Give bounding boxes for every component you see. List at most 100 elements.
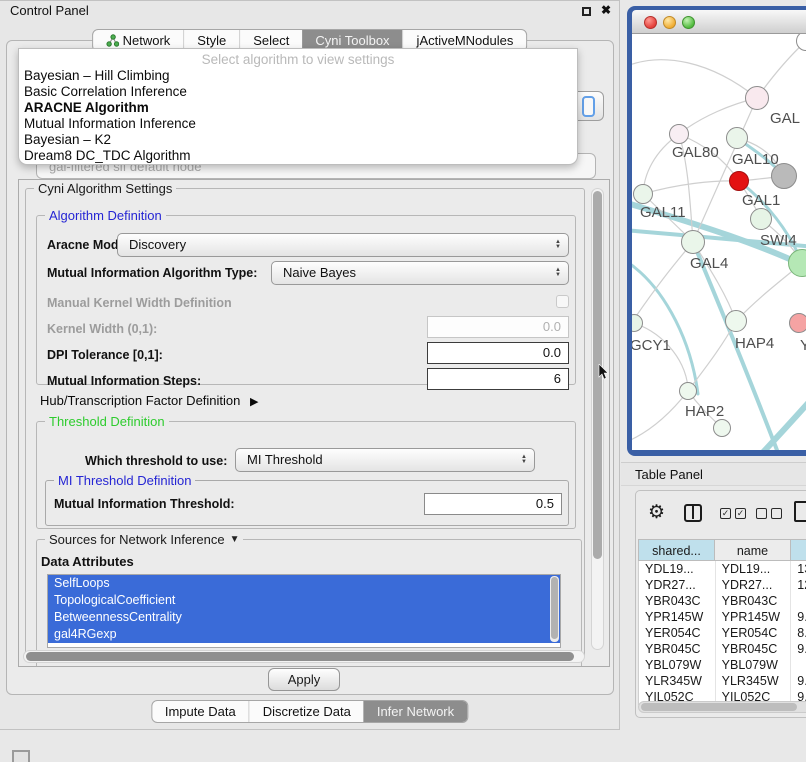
manual-kernel-label: Manual Kernel Width Definition — [47, 296, 232, 310]
network-node-gal4[interactable] — [681, 230, 705, 254]
table-row[interactable]: YDR27...YDR27...12 — [639, 577, 806, 593]
panel-title: Control Panel — [10, 3, 89, 18]
unchecked-checkbox-icon[interactable] — [771, 508, 782, 519]
network-node-gal1[interactable] — [729, 171, 749, 191]
network-node-hap2[interactable] — [679, 382, 697, 400]
tab-infer-network[interactable]: Infer Network — [364, 701, 467, 722]
algorithm-option-basic-correlation-inference[interactable]: Basic Correlation Inference — [19, 84, 577, 100]
scrollbar-thumb[interactable] — [26, 652, 574, 661]
split-columns-icon[interactable] — [684, 504, 702, 522]
mi-steps-field[interactable]: 6 — [427, 368, 569, 390]
network-node[interactable] — [771, 163, 797, 189]
close-traffic-light[interactable] — [644, 16, 657, 29]
node-table: shared...name YDL19...YDL19...13YDR27...… — [638, 539, 806, 705]
minimized-window-icon[interactable] — [12, 750, 30, 762]
algorithm-combo-stepper[interactable] — [578, 91, 604, 121]
table-row[interactable]: YPR145WYPR145W9. — [639, 609, 806, 625]
table-body: YDL19...YDL19...13YDR27...YDR27...12YBR0… — [638, 561, 806, 705]
network-node-gal10[interactable] — [726, 127, 748, 149]
mi-type-combo[interactable]: Naive Bayes ▲▼ — [271, 261, 569, 285]
node-label: GCY1 — [632, 337, 671, 354]
network-node-gal11[interactable] — [633, 184, 653, 204]
tab-label: jActiveMNodules — [417, 33, 514, 48]
zoom-traffic-light[interactable] — [682, 16, 695, 29]
which-threshold-label: Which threshold to use: — [85, 454, 227, 468]
algorithm-dropdown-popup: Select algorithm to view settings Bayesi… — [18, 48, 578, 165]
kernel-width-field: 0.0 — [427, 316, 569, 338]
hub-definition-expander[interactable]: Hub/Transcription Factor Definition ▶ — [40, 393, 258, 408]
list-scrollbar[interactable] — [550, 576, 559, 642]
screen: Control Panel ✖ NetworkStyleSelectCyni T… — [0, 0, 806, 762]
unchecked-checkbox-icon[interactable] — [756, 508, 767, 519]
table-cell: 13 — [791, 561, 806, 577]
table-cell: YPR145W — [639, 609, 716, 625]
column-header-shared[interactable]: shared... — [638, 539, 715, 561]
table-row[interactable]: YBR045CYBR045C9. — [639, 641, 806, 657]
settings-vertical-scrollbar[interactable] — [591, 188, 604, 650]
table-row[interactable]: YBR043CYBR043C — [639, 593, 806, 609]
node-label: GAL1 — [742, 192, 780, 209]
table-toolbar: ⚙ ✓ ✓ — [636, 497, 806, 533]
apply-button[interactable]: Apply — [268, 668, 340, 691]
group-title: Threshold Definition — [45, 414, 169, 429]
scrollbar-thumb[interactable] — [641, 703, 797, 711]
algorithm-option-bayesian-k2[interactable]: Bayesian – K2 — [19, 132, 577, 148]
attribute-item-topologicalcoefficient[interactable]: TopologicalCoefficient — [48, 592, 560, 609]
algorithm-option-aracne-algorithm[interactable]: ARACNE Algorithm — [19, 100, 577, 116]
tab-impute-data[interactable]: Impute Data — [152, 701, 249, 722]
table-cell: YBR043C — [716, 593, 792, 609]
table-row[interactable]: YDL19...YDL19...13 — [639, 561, 806, 577]
network-canvas[interactable]: GALGAL80GAL10GAL1GAL11GAL4SWI4GCY1HAP4YH… — [632, 34, 806, 450]
aracne-mode-combo[interactable]: Discovery ▲▼ — [117, 233, 569, 257]
network-node-gal80[interactable] — [669, 124, 689, 144]
checked-checkbox-icon[interactable]: ✓ — [735, 508, 746, 519]
minimize-traffic-light[interactable] — [663, 16, 676, 29]
attribute-item-betweennesscentrality[interactable]: BetweennessCentrality — [48, 609, 560, 626]
network-node-gal[interactable] — [745, 86, 769, 110]
collapse-down-icon[interactable]: ▼ — [230, 534, 240, 545]
table-cell: YDL19... — [639, 561, 716, 577]
table-panel-titlebar: Table Panel — [621, 462, 806, 486]
node-label: GAL80 — [672, 144, 719, 161]
dpi-tolerance-field[interactable]: 0.0 — [427, 342, 569, 364]
document-icon[interactable] — [794, 501, 806, 522]
table-cell: YDR27... — [716, 577, 792, 593]
network-node[interactable] — [750, 208, 772, 230]
table-row[interactable]: YLR345WYLR345W9. — [639, 673, 806, 689]
table-cell — [791, 657, 806, 673]
table-horizontal-scrollbar[interactable] — [638, 701, 806, 713]
network-window-titlebar[interactable] — [632, 10, 806, 34]
settings-horizontal-scrollbar[interactable] — [23, 650, 585, 663]
network-node-y[interactable] — [789, 313, 806, 333]
close-icon[interactable]: ✖ — [601, 3, 611, 17]
algorithm-option-mutual-information-inference[interactable]: Mutual Information Inference — [19, 116, 577, 132]
checked-checkbox-icon[interactable]: ✓ — [720, 508, 731, 519]
tab-discretize-data[interactable]: Discretize Data — [249, 701, 364, 722]
table-row[interactable]: YBL079WYBL079W — [639, 657, 806, 673]
bottom-tabbar: Impute DataDiscretize DataInfer Network — [151, 700, 468, 723]
manual-kernel-checkbox[interactable] — [556, 295, 569, 308]
data-attributes-list[interactable]: SelfLoopsTopologicalCoefficientBetweenne… — [47, 574, 561, 648]
gear-icon[interactable]: ⚙ — [648, 501, 665, 524]
algorithm-option-dream8-dc-tdc-algorithm[interactable]: Dream8 DC_TDC Algorithm — [19, 148, 577, 164]
column-header-2[interactable] — [791, 539, 806, 561]
network-node[interactable] — [713, 419, 731, 437]
mi-threshold-label: Mutual Information Threshold: — [54, 497, 235, 511]
table-panel-title: Table Panel — [635, 467, 703, 482]
table-cell: YDR27... — [639, 577, 716, 593]
float-window-icon[interactable] — [582, 7, 591, 16]
attribute-item-gal4rgexp[interactable]: gal4RGexp — [48, 626, 560, 643]
table-cell: YBR045C — [716, 641, 792, 657]
node-label: SWI4 — [760, 232, 797, 249]
attribute-item-selfloops[interactable]: SelfLoops — [48, 575, 560, 592]
table-panel: ⚙ ✓ ✓ shared...name YDL19...YDL19...13YD… — [635, 490, 806, 718]
data-attributes-label: Data Attributes — [41, 554, 134, 569]
scrollbar-thumb[interactable] — [551, 577, 558, 639]
table-row[interactable]: YER054CYER054C8. — [639, 625, 806, 641]
which-threshold-combo[interactable]: MI Threshold ▲▼ — [235, 448, 535, 472]
tab-label: Network — [123, 33, 171, 48]
algorithm-option-bayesian-hill-climbing[interactable]: Bayesian – Hill Climbing — [19, 68, 577, 84]
network-node-hap4[interactable] — [725, 310, 747, 332]
column-header-name[interactable]: name — [715, 539, 791, 561]
mi-threshold-field[interactable]: 0.5 — [424, 493, 562, 515]
